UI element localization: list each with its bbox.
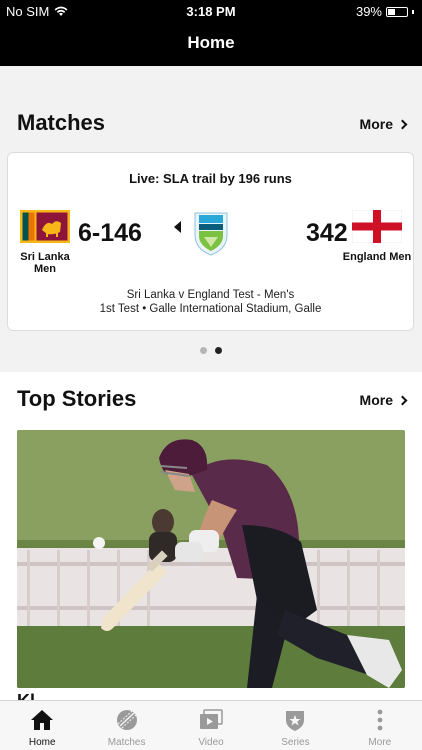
top-story-image[interactable] bbox=[17, 430, 405, 688]
top-bar: No SIM 3:18 PM 39% Home bbox=[0, 0, 422, 66]
top-stories-more-button[interactable]: More bbox=[359, 392, 408, 408]
home-team-name: Sri Lanka Men bbox=[20, 251, 70, 275]
match-description: Sri Lanka v England Test - Men's 1st Tes… bbox=[8, 288, 413, 316]
home-icon bbox=[31, 710, 54, 730]
international-series-logo bbox=[194, 212, 228, 256]
sri-lanka-flag-icon bbox=[20, 210, 70, 243]
chevron-right-icon bbox=[397, 395, 408, 405]
battery-info: 39% bbox=[356, 4, 414, 19]
tab-label-more: More bbox=[368, 737, 392, 748]
tab-label-home: Home bbox=[28, 737, 56, 748]
tab-label-video: Video bbox=[198, 737, 224, 748]
tab-label-matches: Matches bbox=[107, 737, 146, 748]
home-team-score: 6-146 bbox=[78, 219, 142, 247]
away-team-score: 342 bbox=[306, 219, 348, 247]
top-stories-more-label: More bbox=[359, 392, 393, 408]
tab-video[interactable]: Video bbox=[169, 701, 253, 750]
matches-header: Matches More bbox=[0, 110, 422, 150]
top-stories-header: Top Stories More bbox=[0, 386, 422, 426]
video-icon bbox=[200, 709, 223, 729]
tab-matches[interactable]: Matches bbox=[84, 701, 168, 750]
page-dot[interactable] bbox=[200, 347, 207, 354]
away-team-name: England Men bbox=[342, 251, 412, 263]
matches-more-button[interactable]: More bbox=[359, 116, 408, 132]
battery-icon bbox=[386, 6, 408, 17]
status-bar: No SIM 3:18 PM 39% bbox=[0, 0, 422, 22]
live-status: Live: SLA trail by 196 runs bbox=[129, 171, 292, 186]
page-dot-active[interactable] bbox=[215, 347, 222, 354]
more-dots-icon bbox=[377, 709, 383, 731]
tab-home[interactable]: Home bbox=[0, 701, 84, 750]
tab-more[interactable]: More bbox=[338, 701, 422, 750]
shield-star-icon bbox=[286, 711, 305, 731]
battery-percent: 39% bbox=[355, 4, 382, 19]
match-card[interactable]: Live: SLA trail by 196 runs Sri Lanka Me… bbox=[7, 152, 414, 331]
matches-more-label: More bbox=[359, 116, 393, 132]
page-indicator bbox=[0, 347, 422, 354]
match-title: Sri Lanka v England Test - Men's bbox=[126, 289, 295, 301]
england-flag-icon bbox=[352, 210, 402, 243]
top-stories-heading: Top Stories bbox=[17, 386, 137, 411]
chevron-right-icon bbox=[397, 119, 408, 129]
tab-bar: Home Matches Video Series More bbox=[0, 700, 422, 750]
matches-heading: Matches bbox=[17, 110, 106, 135]
tab-label-series: Series bbox=[281, 737, 310, 748]
batting-indicator-icon bbox=[174, 221, 181, 233]
cricket-ball-icon bbox=[116, 710, 137, 730]
tab-series[interactable]: Series bbox=[253, 701, 337, 750]
page-title: Home bbox=[187, 33, 235, 52]
match-venue: 1st Test • Galle International Stadium, … bbox=[99, 303, 322, 315]
